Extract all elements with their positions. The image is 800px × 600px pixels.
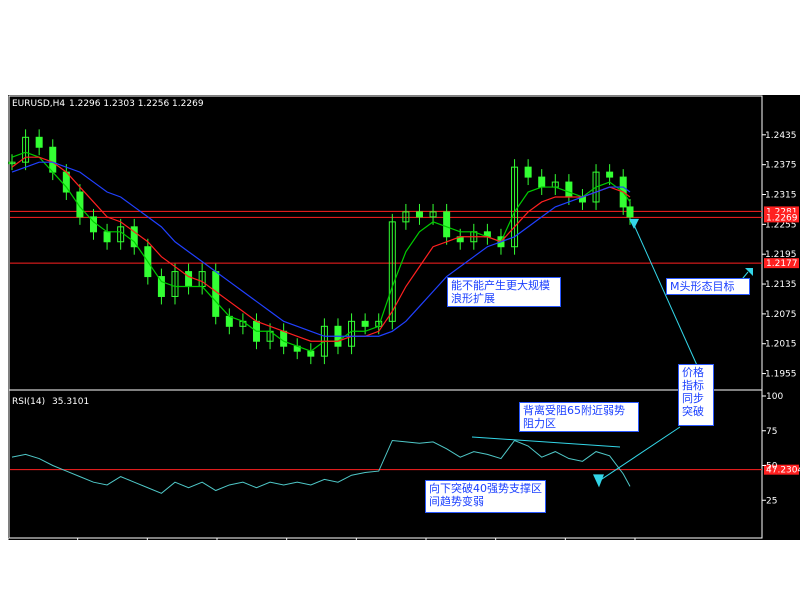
chart-window — [8, 95, 800, 540]
time-tick-label-2: 26 Jul 00:00 — [147, 543, 201, 553]
symbol-label: EURUSD,H4 — [12, 99, 65, 109]
candle-body-44 — [606, 171, 614, 178]
candle-body-3 — [49, 146, 57, 173]
price-tick-label-0: 1.2435 — [765, 131, 797, 141]
time-tick-label-1: 21 Jul 04:00 — [78, 543, 132, 553]
candle-body-32 — [443, 211, 451, 238]
candle-body-2 — [35, 136, 43, 148]
price-tick-label-8: 1.1955 — [765, 370, 797, 380]
time-tick-label-0: 16 Jul 08:00 — [8, 543, 62, 553]
rsi-tick-label-0: 100 — [766, 392, 783, 402]
time-tick-label-9: 20 Aug 04:00 — [635, 543, 696, 553]
price-indicator-sync-note: 价格指标同步突破 — [678, 364, 714, 426]
time-tick-label-7: 12 Aug 16:00 — [496, 543, 557, 553]
rsi-support-break-note: 向下突破40强势支撑区间趋势变弱 — [425, 480, 546, 513]
candle-body-41 — [565, 181, 573, 198]
price-axis: 1.24351.23751.23151.22551.21951.21351.20… — [762, 131, 799, 380]
time-tick-label-3: 28 Jul 16:00 — [217, 543, 271, 553]
price-tick-label-5: 1.2135 — [765, 280, 797, 290]
candle-body-46 — [626, 206, 634, 218]
candle-body-20 — [280, 330, 288, 347]
candle-body-11 — [157, 276, 165, 297]
divergence-resistance-note: 背离受阻65附近弱势阻力区 — [519, 402, 639, 432]
candle-body-39 — [538, 176, 546, 188]
rsi-value: 35.3101 — [52, 397, 89, 407]
price-tick-label-1: 1.2375 — [765, 161, 797, 171]
price-tick-label-7: 1.2015 — [765, 340, 797, 350]
rsi-tick-label-2: 50 — [766, 462, 778, 472]
candle-body-38 — [524, 166, 532, 178]
candle-body-16 — [225, 315, 233, 327]
time-tick-label-8: 17 Aug 12:00 — [565, 543, 626, 553]
rsi-tick-label-1: 75 — [766, 427, 777, 437]
candle-body-13 — [185, 271, 193, 288]
m-top-target-note: M头形态目标 — [666, 278, 750, 295]
candle-body-26 — [361, 320, 369, 327]
price-tick-label-2: 1.2315 — [765, 191, 797, 201]
ohlc-label: 1.2296 1.2303 1.2256 1.2269 — [69, 99, 204, 109]
time-tick-label-6: 10 Aug 00:00 — [426, 543, 487, 553]
rsi-tick-label-3: 25 — [766, 496, 777, 506]
price-tick-label-6: 1.2075 — [765, 310, 797, 320]
time-tick-label-4: 2 Aug 12:00 — [287, 543, 342, 553]
level-tag-label-2: 1.2177 — [766, 259, 798, 269]
candle-body-30 — [415, 211, 423, 218]
rsi-label: RSI(14) — [12, 397, 45, 407]
candle-body-7 — [103, 231, 111, 243]
level-tag-label-1: 1.2269 — [766, 213, 798, 223]
time-tick-label-5: 5 Aug 04:00 — [356, 543, 411, 553]
wave-expansion-note: 能不能产生更大规模浪形扩展 — [447, 277, 561, 307]
candle-body-15 — [212, 271, 220, 317]
candle-body-22 — [307, 350, 315, 357]
chart-canvas: 1.24351.23751.23151.22551.21951.21351.20… — [0, 0, 800, 600]
